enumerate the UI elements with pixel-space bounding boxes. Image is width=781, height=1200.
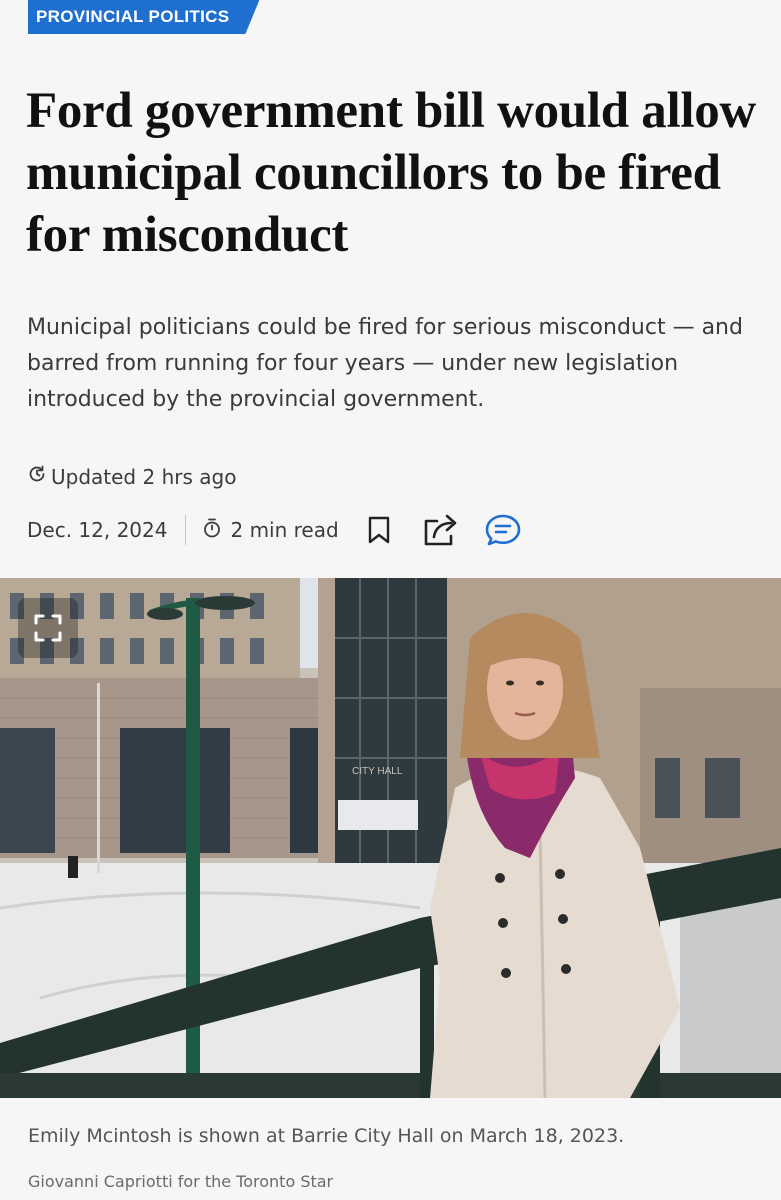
article-photo: CITY HALL (0, 578, 781, 1098)
comments-icon (485, 514, 520, 546)
headline: Ford government bill would allow municip… (26, 83, 756, 263)
bookmark-button[interactable] (359, 510, 399, 550)
photo-caption: Emily Mcintosh is shown at Barrie City H… (28, 1125, 625, 1147)
refresh-clock-icon (27, 464, 47, 489)
publish-date: Dec. 12, 2024 (27, 518, 168, 542)
updated-text: Updated 2 hrs ago (51, 464, 237, 489)
photo-credit: Giovanni Capriotti for the Toronto Star (28, 1172, 334, 1191)
updated-line: Updated 2 hrs ago (27, 464, 236, 489)
city-hall-sign: CITY HALL (352, 766, 403, 777)
photo-scene: CITY HALL (0, 578, 781, 1098)
stopwatch-icon (202, 517, 222, 544)
read-time-text: 2 min read (230, 518, 339, 542)
comments-button[interactable] (483, 510, 523, 550)
share-icon (424, 514, 456, 546)
share-button[interactable] (421, 510, 461, 550)
article-meta: Dec. 12, 2024 2 min read (27, 508, 547, 552)
bookmark-icon (368, 516, 389, 544)
section-tag[interactable]: PROVINCIAL POLITICS (28, 0, 259, 34)
meta-divider (185, 515, 187, 545)
article-dek: Municipal politicians could be fired for… (27, 315, 743, 412)
expand-icon (34, 614, 62, 642)
expand-photo-button[interactable] (18, 598, 78, 658)
read-time: 2 min read (202, 517, 339, 544)
